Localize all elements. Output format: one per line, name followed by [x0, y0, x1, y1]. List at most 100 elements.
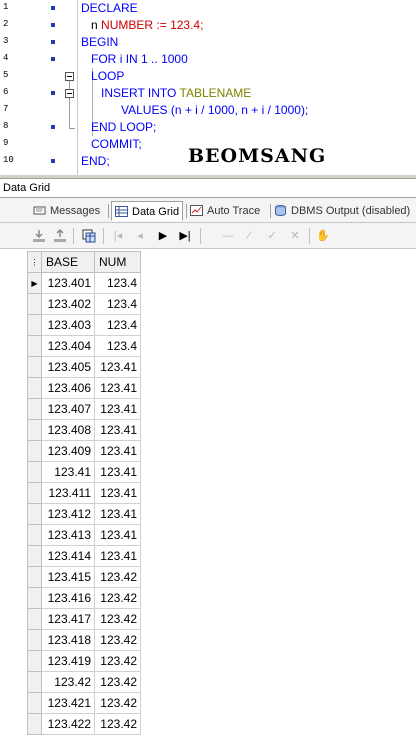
- num-cell[interactable]: 123.41: [94, 377, 141, 399]
- base-cell[interactable]: 123.404: [41, 335, 95, 357]
- table-row[interactable]: 123.408 123.41: [27, 419, 141, 441]
- last-record-button[interactable]: ▶|: [177, 228, 193, 244]
- base-cell[interactable]: 123.418: [41, 629, 95, 651]
- tab-data-grid[interactable]: Data Grid: [111, 201, 183, 221]
- post-record-button[interactable]: ✓: [264, 228, 280, 244]
- row-indicator[interactable]: [27, 566, 42, 588]
- table-row[interactable]: 123.42 123.42: [27, 671, 141, 693]
- export-button[interactable]: [52, 228, 68, 244]
- tab-auto-trace[interactable]: Auto Trace: [190, 201, 268, 221]
- base-cell[interactable]: 123.411: [41, 482, 95, 504]
- row-indicator[interactable]: [27, 629, 42, 651]
- num-cell[interactable]: 123.41: [94, 419, 141, 441]
- table-row[interactable]: 123.407 123.41: [27, 398, 141, 420]
- row-indicator[interactable]: [27, 713, 42, 735]
- insert-record-button[interactable]: —: [220, 228, 236, 244]
- base-cell[interactable]: 123.422: [41, 713, 95, 735]
- num-cell[interactable]: 123.42: [94, 608, 141, 630]
- num-cell[interactable]: 123.4: [94, 314, 141, 336]
- num-cell[interactable]: 123.42: [94, 671, 141, 693]
- data-grid[interactable]: ⋮ BASE NUM ▶ 123.401 123.4 123.402 123.4 123.…: [0, 249, 416, 735]
- base-cell[interactable]: 123.413: [41, 524, 95, 546]
- first-record-button[interactable]: |◂: [110, 228, 126, 244]
- base-cell[interactable]: 123.405: [41, 356, 95, 378]
- num-cell[interactable]: 123.41: [94, 482, 141, 504]
- tab-messages[interactable]: Messages: [33, 201, 105, 221]
- base-cell[interactable]: 123.41: [41, 461, 95, 483]
- row-indicator[interactable]: [27, 545, 42, 567]
- base-cell[interactable]: 123.421: [41, 692, 95, 714]
- num-cell[interactable]: 123.41: [94, 356, 141, 378]
- base-cell[interactable]: 123.42: [41, 671, 95, 693]
- row-indicator[interactable]: [27, 314, 42, 336]
- table-row[interactable]: 123.412 123.41: [27, 503, 141, 525]
- num-cell[interactable]: 123.41: [94, 398, 141, 420]
- row-indicator[interactable]: [27, 650, 42, 672]
- num-cell[interactable]: 123.4: [94, 293, 141, 315]
- row-indicator[interactable]: [27, 419, 42, 441]
- num-cell[interactable]: 123.4: [94, 335, 141, 357]
- num-cell[interactable]: 123.42: [94, 587, 141, 609]
- num-cell[interactable]: 123.41: [94, 440, 141, 462]
- table-row[interactable]: 123.422 123.42: [27, 713, 141, 735]
- num-cell[interactable]: 123.42: [94, 692, 141, 714]
- base-cell[interactable]: 123.401: [41, 272, 95, 294]
- row-indicator[interactable]: [27, 398, 42, 420]
- table-row[interactable]: 123.405 123.41: [27, 356, 141, 378]
- base-cell[interactable]: 123.402: [41, 293, 95, 315]
- table-row[interactable]: 123.416 123.42: [27, 587, 141, 609]
- base-cell[interactable]: 123.412: [41, 503, 95, 525]
- table-row[interactable]: 123.413 123.41: [27, 524, 141, 546]
- row-indicator[interactable]: [27, 503, 42, 525]
- table-row[interactable]: 123.409 123.41: [27, 440, 141, 462]
- num-cell[interactable]: 123.4: [94, 272, 141, 294]
- table-row[interactable]: 123.418 123.42: [27, 629, 141, 651]
- cancel-record-button[interactable]: ✕: [287, 228, 303, 244]
- edit-record-button[interactable]: ⁄: [241, 228, 257, 244]
- num-cell[interactable]: 123.42: [94, 650, 141, 672]
- next-record-button[interactable]: ▶: [155, 228, 171, 244]
- num-cell[interactable]: 123.42: [94, 629, 141, 651]
- num-cell[interactable]: 123.41: [94, 524, 141, 546]
- num-cell[interactable]: 123.41: [94, 545, 141, 567]
- table-row[interactable]: 123.411 123.41: [27, 482, 141, 504]
- base-cell[interactable]: 123.407: [41, 398, 95, 420]
- num-cell[interactable]: 123.42: [94, 566, 141, 588]
- base-cell[interactable]: 123.406: [41, 377, 95, 399]
- base-cell[interactable]: 123.409: [41, 440, 95, 462]
- table-row[interactable]: 123.402 123.4: [27, 293, 141, 315]
- num-cell[interactable]: 123.42: [94, 713, 141, 735]
- row-indicator[interactable]: [27, 440, 42, 462]
- sql-editor[interactable]: 1 2 3 4 5 6 7 8 9 10 DECLARE n NUMBER :=…: [0, 0, 416, 175]
- base-cell[interactable]: 123.403: [41, 314, 95, 336]
- base-cell[interactable]: 123.408: [41, 419, 95, 441]
- import-button[interactable]: [31, 228, 47, 244]
- table-row[interactable]: 123.404 123.4: [27, 335, 141, 357]
- fold-collapse-icon[interactable]: [65, 89, 74, 98]
- row-indicator[interactable]: [27, 692, 42, 714]
- current-row-indicator-icon[interactable]: ▶: [27, 272, 42, 294]
- base-cell[interactable]: 123.419: [41, 650, 95, 672]
- hand-button[interactable]: ✋: [315, 228, 331, 244]
- row-indicator[interactable]: [27, 482, 42, 504]
- table-row[interactable]: 123.41 123.41: [27, 461, 141, 483]
- num-cell[interactable]: 123.41: [94, 503, 141, 525]
- row-indicator[interactable]: [27, 293, 42, 315]
- base-cell[interactable]: 123.414: [41, 545, 95, 567]
- fold-collapse-icon[interactable]: [65, 72, 74, 81]
- table-row[interactable]: 123.406 123.41: [27, 377, 141, 399]
- row-indicator[interactable]: [27, 335, 42, 357]
- row-indicator[interactable]: [27, 671, 42, 693]
- row-indicator[interactable]: [27, 587, 42, 609]
- results-table[interactable]: ⋮ BASE NUM ▶ 123.401 123.4 123.402 123.4 123.…: [27, 251, 141, 735]
- row-indicator[interactable]: [27, 524, 42, 546]
- table-row[interactable]: 123.415 123.42: [27, 566, 141, 588]
- base-cell[interactable]: 123.417: [41, 608, 95, 630]
- num-cell[interactable]: 123.41: [94, 461, 141, 483]
- base-cell[interactable]: 123.415: [41, 566, 95, 588]
- base-cell[interactable]: 123.416: [41, 587, 95, 609]
- table-row[interactable]: ▶ 123.401 123.4: [27, 272, 141, 294]
- row-indicator-header[interactable]: ⋮: [27, 251, 42, 273]
- tab-dbms-output[interactable]: DBMS Output (disabled): [274, 201, 414, 221]
- prev-record-button[interactable]: ◂: [132, 228, 148, 244]
